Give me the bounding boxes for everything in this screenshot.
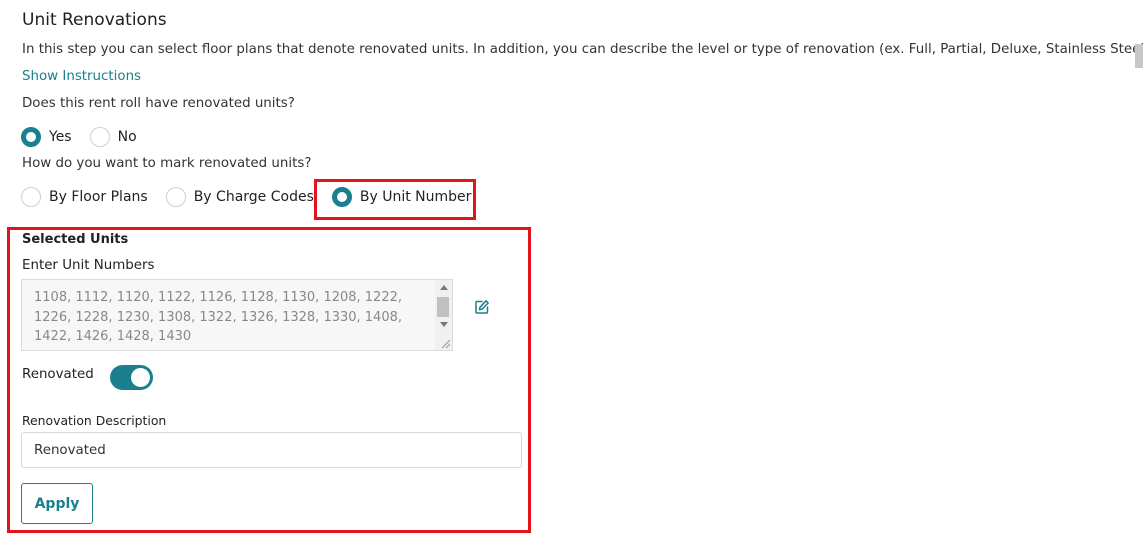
renovated-question-label: Does this rent roll have renovated units… — [22, 96, 295, 111]
highlight-box-unit-number — [314, 179, 476, 220]
textarea-scrollbar[interactable] — [435, 280, 452, 350]
renovation-description-label: Renovation Description — [22, 413, 167, 428]
page-title: Unit Renovations — [22, 10, 167, 30]
radio-by-floor-plans[interactable]: By Floor Plans — [21, 187, 148, 207]
unit-renovations-page: Unit Renovations In this step you can se… — [0, 0, 1143, 534]
renovated-label: Renovated — [22, 367, 94, 382]
radio-by-charge-codes-label: By Charge Codes — [193, 189, 314, 205]
scroll-up-arrow-icon[interactable] — [440, 285, 448, 290]
radio-yes[interactable]: Yes — [21, 127, 72, 147]
resize-grip-icon[interactable] — [442, 340, 450, 348]
radio-by-charge-codes[interactable]: By Charge Codes — [165, 187, 314, 207]
renovation-description-input[interactable] — [21, 432, 522, 468]
unit-numbers-label: Enter Unit Numbers — [22, 258, 155, 273]
radio-by-floor-plans-label: By Floor Plans — [49, 189, 148, 205]
edit-icon[interactable] — [474, 299, 490, 315]
apply-button[interactable]: Apply — [21, 483, 93, 524]
radio-by-floor-plans-indicator[interactable] — [21, 187, 41, 207]
renovated-radio-group: Yes No — [21, 127, 137, 147]
unit-numbers-text: 1108, 1112, 1120, 1122, 1126, 1128, 1130… — [34, 290, 403, 344]
scroll-down-arrow-icon[interactable] — [440, 322, 448, 327]
radio-by-charge-codes-indicator[interactable] — [165, 187, 186, 207]
page-scrollbar-thumb[interactable] — [1135, 44, 1143, 68]
radio-no-label: No — [117, 129, 137, 145]
intro-text: In this step you can select floor plans … — [22, 42, 1143, 57]
mark-method-question-label: How do you want to mark renovated units? — [22, 156, 312, 171]
textarea-scroll-thumb[interactable] — [437, 297, 449, 317]
selected-units-title: Selected Units — [22, 232, 129, 247]
renovated-toggle[interactable] — [110, 365, 153, 390]
radio-no-indicator[interactable] — [89, 127, 110, 147]
radio-no[interactable]: No — [89, 127, 137, 147]
unit-numbers-textarea[interactable]: 1108, 1112, 1120, 1122, 1126, 1128, 1130… — [21, 279, 453, 351]
toggle-knob — [131, 368, 150, 387]
radio-yes-indicator[interactable] — [21, 127, 41, 147]
radio-yes-label: Yes — [49, 129, 72, 145]
show-instructions-link[interactable]: Show Instructions — [22, 69, 141, 84]
